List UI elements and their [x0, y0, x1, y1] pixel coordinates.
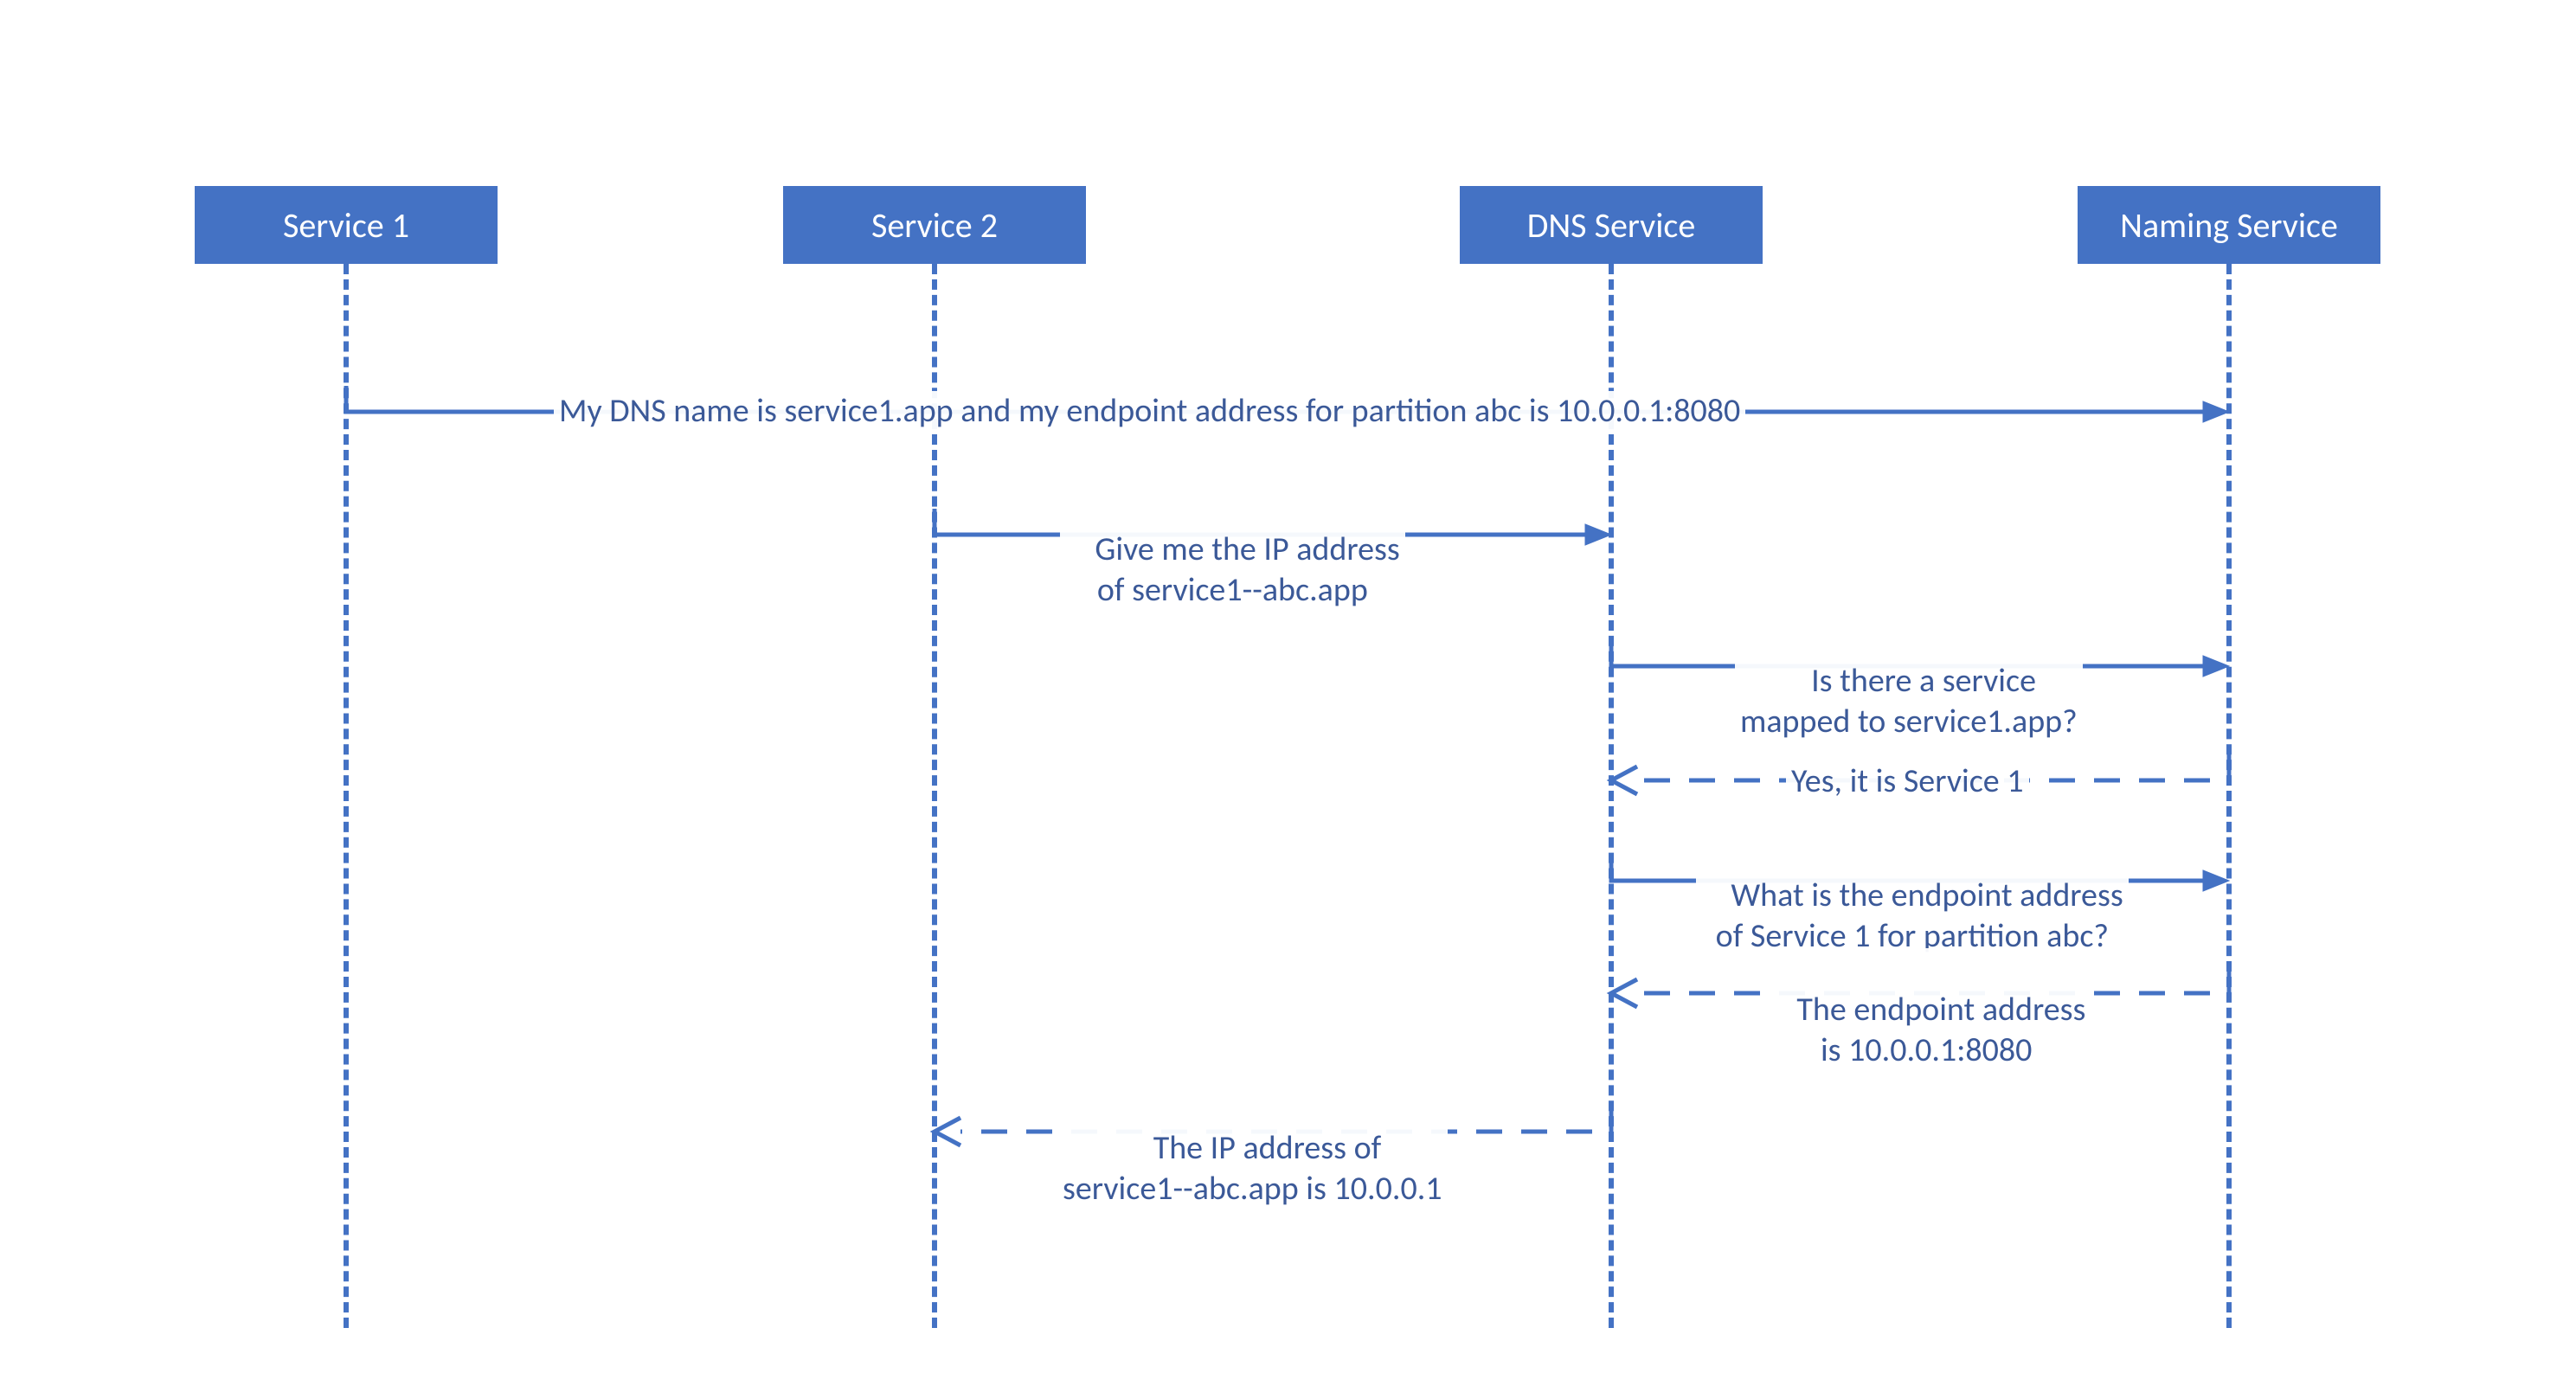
participant-label: DNS Service: [1527, 204, 1696, 247]
participant-service1: Service 1: [195, 186, 498, 264]
participant-dns: DNS Service: [1460, 186, 1763, 264]
participant-naming: Naming Service: [2078, 186, 2380, 264]
message-label: Give me the IP addressof service1--abc.a…: [1060, 488, 1405, 652]
message-label: Yes, it is Service 1: [1786, 761, 2029, 803]
participant-label: Naming Service: [2120, 204, 2338, 247]
participant-service2: Service 2: [783, 186, 1086, 264]
participant-label: Service 2: [871, 204, 998, 247]
sequence-diagram: Service 1 Service 2 DNS Service Naming S…: [0, 0, 2576, 1392]
message-label: The endpoint addressis 10.0.0.1:8080: [1762, 948, 2091, 1113]
participant-label: Service 1: [283, 204, 409, 247]
message-label: The IP address ofservice1--abc.app is 10…: [1057, 1087, 1448, 1251]
message-label: My DNS name is service1.app and my endpo…: [554, 391, 1745, 433]
